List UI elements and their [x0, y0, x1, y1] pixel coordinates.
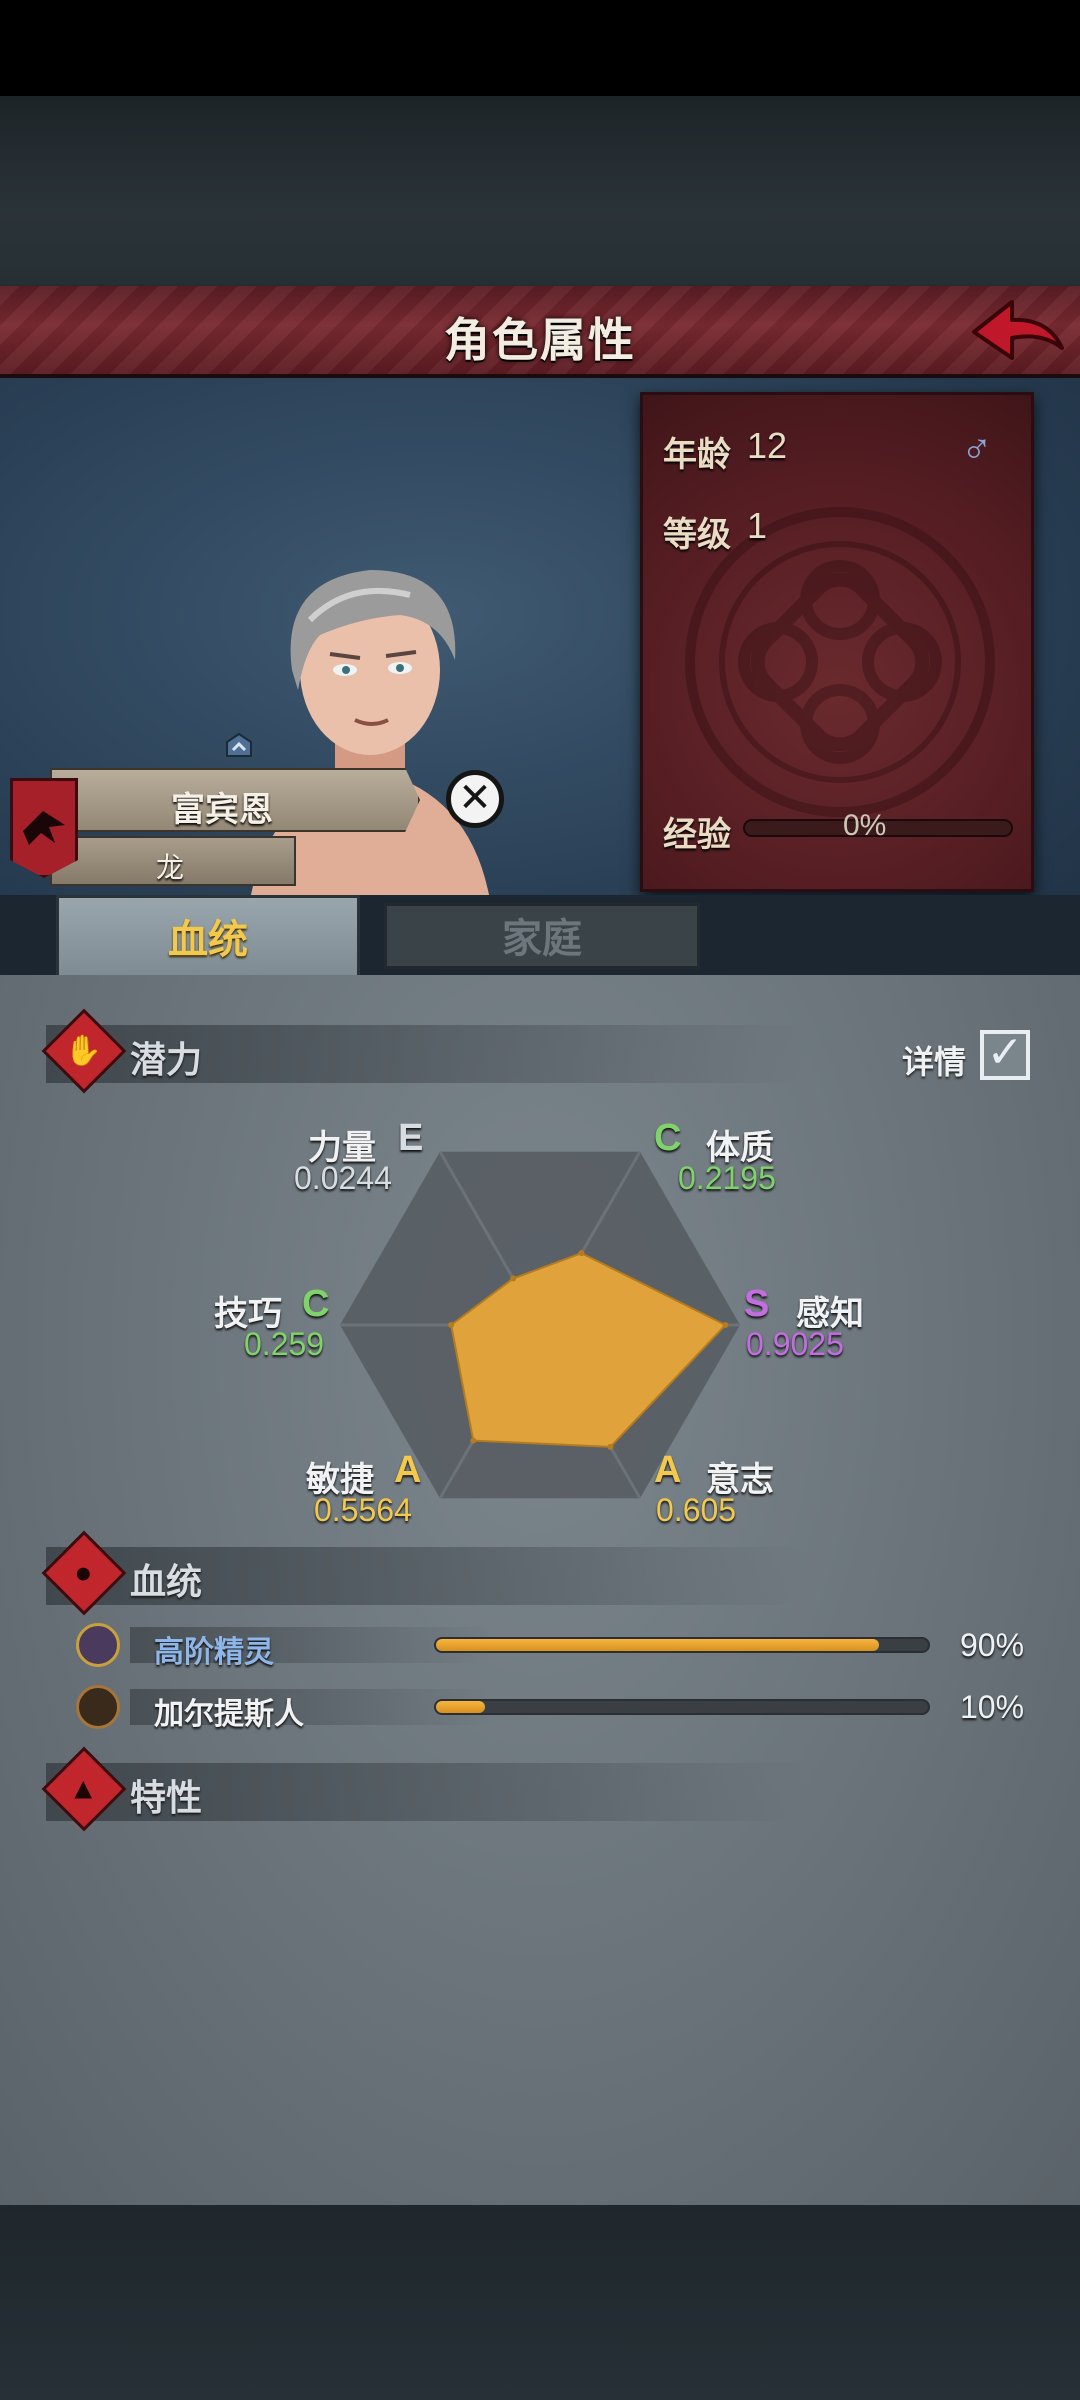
top-background [0, 96, 1080, 286]
radar-point [722, 1322, 729, 1328]
bloodline-bar [434, 1637, 930, 1653]
potential-title: 潜力 [130, 1039, 203, 1080]
main-panel: ✋ 潜力 力量 E 0.0244 C 体质 0.2195 S 感知 0.9025… [0, 975, 1080, 2205]
stat-skill-value: 0.259 [244, 1326, 325, 1362]
stat-constitution-grade: C [654, 1117, 682, 1159]
stat-strength-grade: E [398, 1117, 424, 1159]
status-bar-area [0, 0, 1080, 96]
male-gender-icon: ♂ [961, 425, 993, 472]
exp-value: 0% [843, 809, 887, 842]
potential-icon: ✋ [41, 1008, 127, 1094]
bloodline-name: 高阶精灵 [154, 1636, 274, 1669]
page-title: 角色属性 [444, 314, 636, 366]
blood-drop-icon: ● [41, 1530, 127, 1616]
character-title-plate: 龙 [50, 836, 296, 886]
bloodline-row[interactable]: 高阶精灵 90% [70, 1623, 1030, 1669]
stat-perception-value: 0.9025 [746, 1326, 844, 1362]
close-icon[interactable]: ✕ [446, 770, 504, 828]
stat-perception-grade: S [744, 1283, 770, 1325]
info-panel: 年龄 12 ♂ 等级 1 经验 0% [640, 392, 1034, 892]
bloodline-row[interactable]: 加尔提斯人 10% [70, 1685, 1030, 1731]
character-name-plate: 富宾恩 [50, 768, 420, 832]
radar-point [607, 1443, 614, 1450]
exp-label: 经验 [663, 816, 731, 854]
bloodline-bar-fill [436, 1639, 879, 1651]
bottom-background [0, 2205, 1080, 2400]
stat-constitution-value: 0.2195 [678, 1160, 776, 1196]
rank-badge-icon [224, 732, 254, 760]
stat-strength-value: 0.0244 [294, 1160, 392, 1196]
back-arrow-icon [972, 300, 1064, 360]
bloodline-header: ● 血统 [41, 1530, 806, 1616]
bloodline-bar-fill [436, 1701, 486, 1713]
bloodline-title: 血统 [130, 1561, 203, 1602]
tab-bloodline[interactable]: 血统 [56, 895, 360, 979]
bloodline-percent: 90% [960, 1627, 1025, 1663]
details-label: 详情 [902, 1044, 967, 1080]
radar-point [470, 1437, 477, 1444]
potential-header: ✋ 潜力 [41, 1008, 806, 1094]
stat-agility-value: 0.5564 [314, 1492, 412, 1528]
tab-strip: 血统 家庭 [0, 895, 1080, 979]
age-value: 12 [747, 425, 788, 466]
tab-family[interactable]: 家庭 [384, 903, 700, 969]
level-label: 等级 [663, 516, 731, 554]
bloodline-name: 加尔提斯人 [154, 1698, 304, 1731]
traits-header: ▲ 特性 [41, 1746, 806, 1832]
back-button[interactable] [968, 292, 1068, 372]
high-elf-icon [76, 1623, 120, 1667]
stat-skill-grade: C [302, 1283, 330, 1325]
traits-title: 特性 [130, 1777, 203, 1818]
stat-will-value: 0.605 [656, 1492, 737, 1528]
details-checkbox[interactable]: ✓ [980, 1030, 1030, 1080]
radar-point [510, 1275, 517, 1282]
galtis-icon [76, 1685, 120, 1729]
radar-point [578, 1250, 585, 1257]
flame-icon: ▲ [41, 1746, 127, 1832]
stat-will-grade: A [654, 1449, 682, 1491]
character-title: 龙 [155, 852, 184, 883]
house-banner-icon[interactable] [10, 778, 78, 878]
character-name: 富宾恩 [171, 791, 273, 829]
stat-agility-grade: A [394, 1449, 422, 1491]
level-value: 1 [747, 505, 768, 546]
age-label: 年龄 [663, 436, 731, 474]
title-banner: 角色属性 [0, 286, 1080, 378]
bloodline-bar [434, 1699, 930, 1715]
radar-point [448, 1322, 455, 1328]
bloodline-percent: 10% [960, 1689, 1025, 1725]
